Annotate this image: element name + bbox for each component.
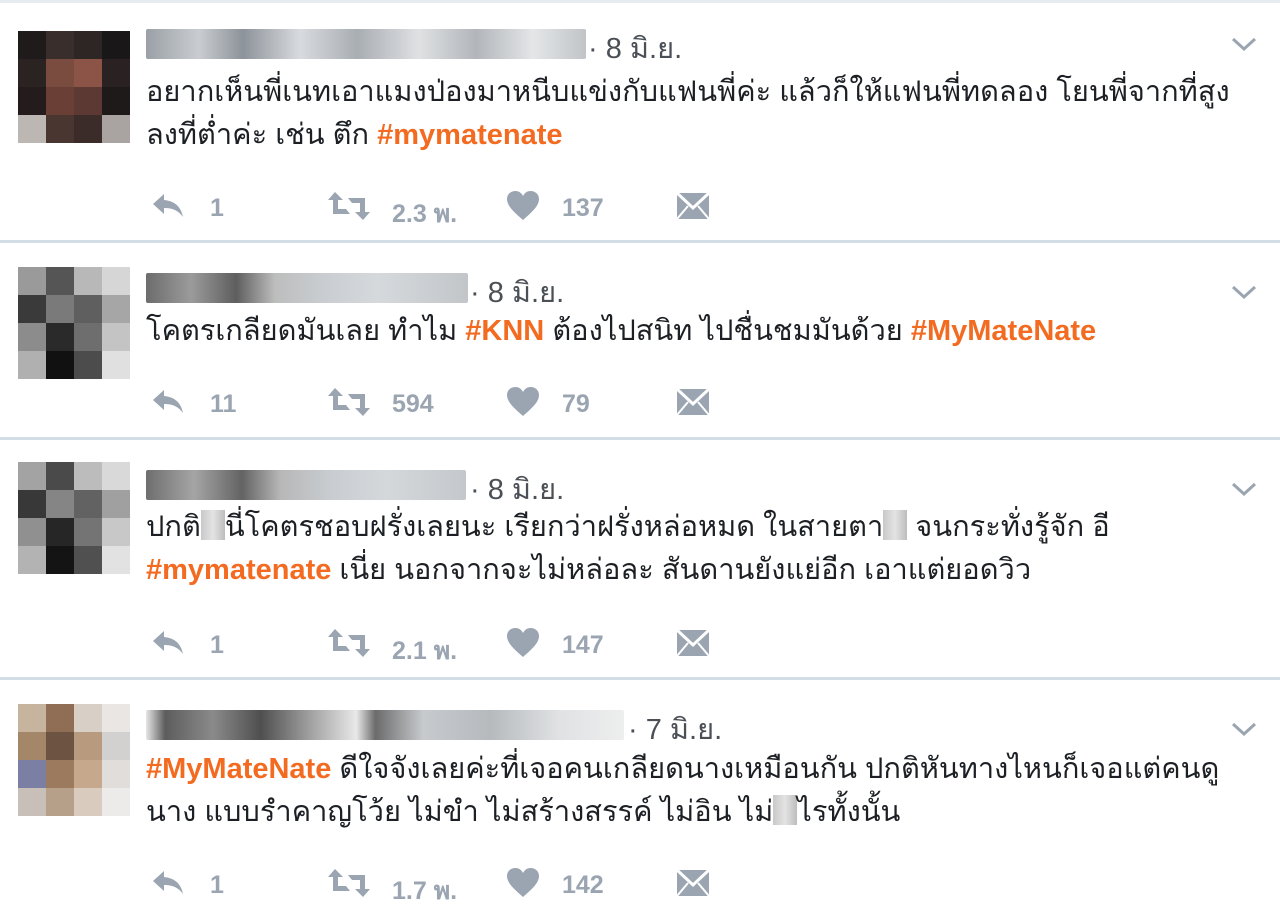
- retweet-count: 594: [392, 390, 434, 418]
- reply-arrow-icon: [153, 390, 183, 413]
- tweet-text-line: ลงที่ต่ำค่ะ เช่น ตึก #mymatenate: [146, 114, 1240, 157]
- redacted-block: [883, 510, 908, 540]
- like-count: 147: [562, 631, 604, 659]
- avatar[interactable]: [18, 462, 130, 574]
- tweet-text-line: #MyMateNate ดีใจจังเลยค่ะที่เจอคนเกลียดน…: [146, 748, 1240, 791]
- reply-arrow-icon: [153, 194, 183, 217]
- chevron-down-icon[interactable]: [1230, 720, 1258, 738]
- heart-icon: [507, 191, 539, 220]
- like-count: 137: [562, 194, 604, 222]
- retweet-icon: [328, 388, 370, 416]
- retweet-icon: [328, 869, 370, 897]
- hashtag-link[interactable]: #mymatenate: [146, 554, 331, 586]
- heart-icon: [507, 868, 539, 897]
- tweet-text: อยากเห็นพี่เนทเอาแมงป่องมาหนีบแข่งกับแฟน…: [146, 71, 1240, 157]
- envelope-icon: [676, 387, 710, 416]
- retweet-count: 2.3 พ.: [392, 200, 458, 228]
- tweet-date[interactable]: · 7 มิ.ย.: [628, 706, 722, 752]
- reply-count: 1: [210, 871, 224, 899]
- retweet-count: 2.1 พ.: [392, 637, 458, 665]
- display-name-blurred[interactable]: [146, 273, 468, 303]
- retweet-icon: [328, 629, 370, 657]
- reply-count: 11: [210, 390, 237, 418]
- tweet-text-segment: จนกระทั่งรู้จัก อี: [907, 511, 1110, 543]
- tweet-text-segment: เนี่ย นอกจากจะไม่หล่อละ สันดานยังแย่อีก …: [331, 554, 1032, 586]
- envelope-icon: [676, 628, 710, 657]
- redacted-block: [200, 510, 225, 540]
- heart-icon: [507, 628, 539, 657]
- retweet-count: 1.7 พ.: [392, 877, 458, 905]
- tweet-actions: 1 2.1 พ. 147: [146, 623, 1240, 665]
- tweet[interactable]: · 7 มิ.ย. #MyMateNate ดีใจจังเลยค่ะที่เจ…: [0, 677, 1280, 921]
- avatar[interactable]: [18, 267, 130, 379]
- retweet-icon: [328, 192, 370, 220]
- redacted-block: [773, 795, 798, 825]
- tweet-text-line: นาง แบบรำคาญโว้ย ไม่ขำ ไม่สร้างสรรค์ ไม่…: [146, 791, 1240, 834]
- reply-arrow-icon: [153, 871, 183, 894]
- like-count: 79: [562, 390, 590, 418]
- display-name-blurred[interactable]: [146, 470, 466, 500]
- hashtag-link[interactable]: #MyMateNate: [146, 753, 331, 785]
- tweet-actions: 1 2.3 พ. 137: [146, 186, 1240, 228]
- hashtag-link[interactable]: #MyMateNate: [911, 315, 1096, 347]
- tweet-text-segment: โคตรเกลียดมันเลย ทำไม: [146, 315, 466, 347]
- tweet-text-segment: ต้องไปสนิท ไปชื่นชมมันด้วย: [544, 315, 911, 347]
- avatar[interactable]: [18, 31, 130, 143]
- chevron-down-icon[interactable]: [1230, 283, 1258, 301]
- tweet[interactable]: · 8 มิ.ย. อยากเห็นพี่เนทเอาแมงป่องมาหนีบ…: [0, 0, 1280, 243]
- chevron-down-icon[interactable]: [1230, 35, 1258, 53]
- like-count: 142: [562, 871, 604, 899]
- tweet-text: โคตรเกลียดมันเลย ทำไม #KNN ต้องไปสนิท ไป…: [146, 310, 1240, 353]
- tweet-text-line: โคตรเกลียดมันเลย ทำไม #KNN ต้องไปสนิท ไป…: [146, 310, 1240, 353]
- tweet-text: #MyMateNate ดีใจจังเลยค่ะที่เจอคนเกลียดน…: [146, 748, 1240, 834]
- tweet[interactable]: · 8 มิ.ย. โคตรเกลียดมันเลย ทำไม #KNN ต้อ…: [0, 240, 1280, 440]
- tweet-text-line: ปกติ นี่โคตรชอบฝรั่งเลยนะ เรียกว่าฝรั่งหล…: [146, 506, 1240, 549]
- tweet-text-segment: นี่โคตรชอบฝรั่งเลยนะ เรียกว่าฝรั่งหล่อหม…: [224, 511, 884, 543]
- tweet-actions: 11 594 79: [146, 382, 1240, 422]
- tweet[interactable]: · 8 มิ.ย. ปกติ นี่โคตรชอบฝรั่งเลยนะ เรียก…: [0, 437, 1280, 680]
- reply-count: 1: [210, 194, 224, 222]
- reply-count: 1: [210, 631, 224, 659]
- tweet-text-segment: อยากเห็นพี่เนทเอาแมงป่องมาหนีบแข่งกับแฟน…: [146, 76, 1230, 108]
- display-name-blurred[interactable]: [146, 710, 624, 740]
- display-name-blurred[interactable]: [146, 29, 586, 59]
- tweet-text-segment: ไรทั้งนั้น: [797, 796, 901, 828]
- tweet-text-line: #mymatenate เนี่ย นอกจากจะไม่หล่อละ สันด…: [146, 549, 1240, 592]
- reply-arrow-icon: [153, 631, 183, 654]
- tweet-text: ปกติ นี่โคตรชอบฝรั่งเลยนะ เรียกว่าฝรั่งหล…: [146, 506, 1240, 592]
- tweet-text-segment: นาง แบบรำคาญโว้ย ไม่ขำ ไม่สร้างสรรค์ ไม่…: [146, 796, 774, 828]
- tweet-text-segment: ปกติ: [146, 511, 201, 543]
- tweet-feed: · 8 มิ.ย. อยากเห็นพี่เนทเอาแมงป่องมาหนีบ…: [0, 0, 1280, 921]
- tweet-date[interactable]: · 8 มิ.ย.: [470, 269, 564, 315]
- envelope-icon: [676, 191, 710, 220]
- hashtag-link[interactable]: #KNN: [465, 315, 544, 347]
- envelope-icon: [676, 868, 710, 897]
- tweet-text-segment: ดีใจจังเลยค่ะที่เจอคนเกลียดนางเหมือนกัน …: [331, 753, 1220, 785]
- avatar[interactable]: [18, 704, 130, 816]
- heart-icon: [507, 387, 539, 416]
- tweet-actions: 1 1.7 พ. 142: [146, 863, 1240, 905]
- hashtag-link[interactable]: #mymatenate: [377, 119, 562, 151]
- tweet-text-line: อยากเห็นพี่เนทเอาแมงป่องมาหนีบแข่งกับแฟน…: [146, 71, 1240, 114]
- chevron-down-icon[interactable]: [1230, 480, 1258, 498]
- tweet-date[interactable]: · 8 มิ.ย.: [588, 25, 682, 71]
- tweet-text-segment: ลงที่ต่ำค่ะ เช่น ตึก: [146, 119, 378, 151]
